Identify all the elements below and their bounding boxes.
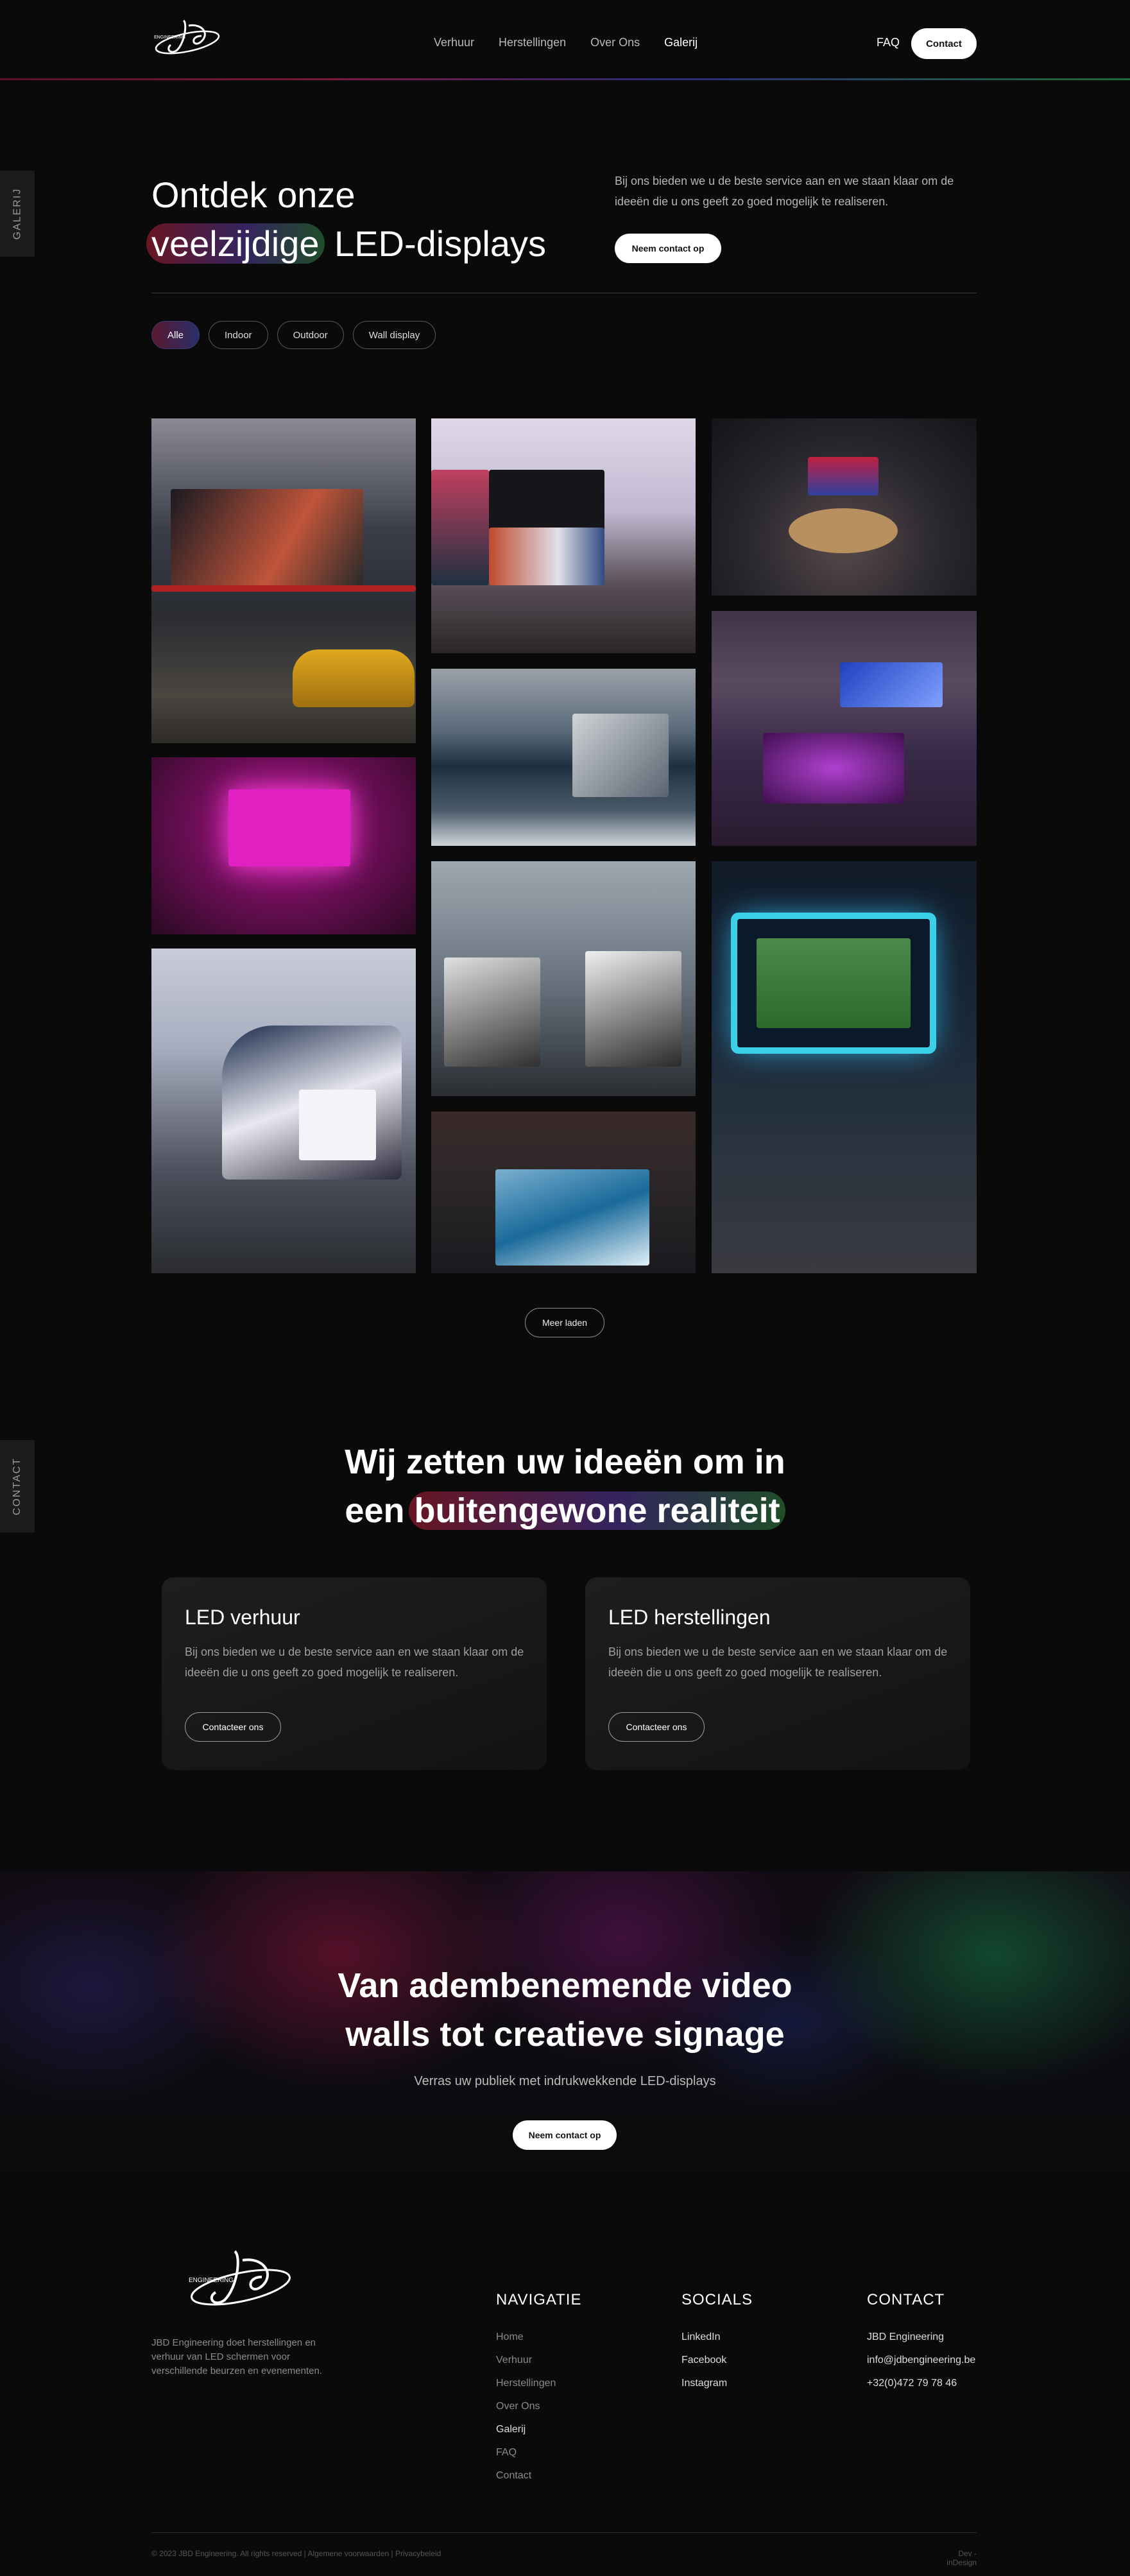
service-card-herstellingen: LED herstellingen Bij ons bieden we u de… (585, 1577, 970, 1770)
filter-indoor[interactable]: Indoor (209, 321, 268, 349)
header-gradient-divider (0, 78, 1130, 80)
main-nav: Verhuur Herstellingen Over Ons Galerij (434, 36, 698, 49)
svg-text:ENGINEERING: ENGINEERING (189, 2277, 234, 2284)
gallery-image-pink-room[interactable] (151, 757, 416, 934)
nav-item-galerij[interactable]: Galerij (664, 36, 698, 49)
card-contact-button[interactable]: Contacteer ons (185, 1712, 281, 1742)
footer-divider (151, 2532, 977, 2533)
card-description: Bij ons bieden we u de beste service aan… (185, 1645, 524, 1679)
gallery-image-festival-stage[interactable] (712, 611, 977, 846)
footer-navigation-heading: NAVIGATIE (496, 2291, 582, 2308)
service-card-verhuur: LED verhuur Bij ons bieden we u de beste… (162, 1577, 547, 1770)
footer-link-over-ons[interactable]: Over Ons (496, 2395, 581, 2418)
footer-email-link[interactable]: info@jdbengineering.be (867, 2349, 975, 2372)
ideas-title-highlight: buitengewone realiteit (409, 1491, 785, 1530)
footer-link-linkedin[interactable]: LinkedIn (681, 2326, 753, 2349)
cta-title: Van adembenemende video walls tot creati… (338, 1966, 792, 2054)
gallery-grid (151, 418, 977, 1273)
gallery-image-portraits-wall[interactable] (431, 861, 696, 1096)
footer-developer-credit[interactable]: Dev - inDesign (928, 2549, 977, 2567)
ideas-title: Wij zetten uw ideeën om in een buitengew… (345, 1443, 785, 1530)
gallery-image-piccadilly[interactable] (431, 418, 696, 653)
hero-description: Bij ons bieden we u de beste service aan… (615, 175, 954, 208)
footer-navigation: NAVIGATIE Home Verhuur Herstellingen Ove… (496, 2291, 581, 2487)
svg-text:ENGINEERING: ENGINEERING (154, 35, 185, 40)
footer-socials-heading: SOCIALS (681, 2291, 753, 2308)
site-header: ENGINEERING Verhuur Herstellingen Over O… (0, 0, 1130, 80)
footer-link-instagram[interactable]: Instagram (681, 2372, 753, 2395)
footer-link-home[interactable]: Home (496, 2326, 581, 2349)
hero-title-highlight: veelzijdige (146, 223, 325, 264)
footer-link-facebook[interactable]: Facebook (681, 2349, 753, 2372)
nav-item-herstellingen[interactable]: Herstellingen (499, 36, 566, 49)
footer-copyright: © 2023 JBD Engineering. All rights reser… (151, 2549, 441, 2558)
header-contact-button[interactable]: Contact (911, 28, 977, 59)
gallery-image-arena[interactable] (712, 418, 977, 596)
nav-item-verhuur[interactable]: Verhuur (434, 36, 474, 49)
gallery-image-football-screen[interactable] (712, 861, 977, 1273)
footer-contact: CONTACT JBD Engineering info@jdbengineer… (867, 2291, 975, 2395)
footer-link-verhuur[interactable]: Verhuur (496, 2349, 581, 2372)
footer-about: JBD Engineering doet herstellingen en ve… (151, 2337, 323, 2376)
hero-title: Ontdek onze veelzijdige LED-displays (146, 171, 546, 268)
filter-outdoor[interactable]: Outdoor (277, 321, 344, 349)
gallery-image-gap-billboard[interactable] (151, 949, 416, 1273)
footer-socials: SOCIALS LinkedIn Facebook Instagram (681, 2291, 753, 2395)
hero-contact-button[interactable]: Neem contact op (615, 234, 721, 263)
footer-phone-link[interactable]: +32(0)472 79 78 46 (867, 2372, 975, 2395)
footer-link-galerij[interactable]: Galerij (496, 2418, 581, 2441)
footer-link-contact[interactable]: Contact (496, 2464, 581, 2487)
filter-wall-display[interactable]: Wall display (352, 321, 436, 349)
footer-logo[interactable]: ENGINEERING (186, 2246, 295, 2317)
gallery-image-3d-wave[interactable] (431, 1112, 696, 1273)
card-title: LED verhuur (185, 1606, 300, 1629)
footer-contact-heading: CONTACT (867, 2291, 945, 2308)
footer-link-herstellingen[interactable]: Herstellingen (496, 2372, 581, 2395)
footer-company-name: JBD Engineering (867, 2331, 945, 2342)
nav-item-over-ons[interactable]: Over Ons (590, 36, 640, 49)
card-title: LED herstellingen (608, 1606, 771, 1629)
filter-alle[interactable]: Alle (151, 321, 200, 349)
nav-item-faq[interactable]: FAQ (877, 36, 900, 49)
footer-link-faq[interactable]: FAQ (496, 2441, 581, 2464)
cta-subtitle: Verras uw publiek met indrukwekkende LED… (414, 2074, 716, 2088)
cta-contact-button[interactable]: Neem contact op (513, 2120, 617, 2150)
card-description: Bij ons bieden we u de beste service aan… (608, 1645, 948, 1679)
jbd-logo[interactable]: ENGINEERING (151, 17, 223, 60)
gallery-filters: Alle Indoor Outdoor Wall display (151, 321, 436, 349)
card-contact-button[interactable]: Contacteer ons (608, 1712, 705, 1742)
side-tab-gallery[interactable]: GALERIJ (0, 171, 35, 257)
gallery-image-times-square[interactable] (151, 418, 416, 743)
load-more-button[interactable]: Meer laden (525, 1308, 604, 1337)
gallery-image-sea-screen[interactable] (431, 669, 696, 846)
